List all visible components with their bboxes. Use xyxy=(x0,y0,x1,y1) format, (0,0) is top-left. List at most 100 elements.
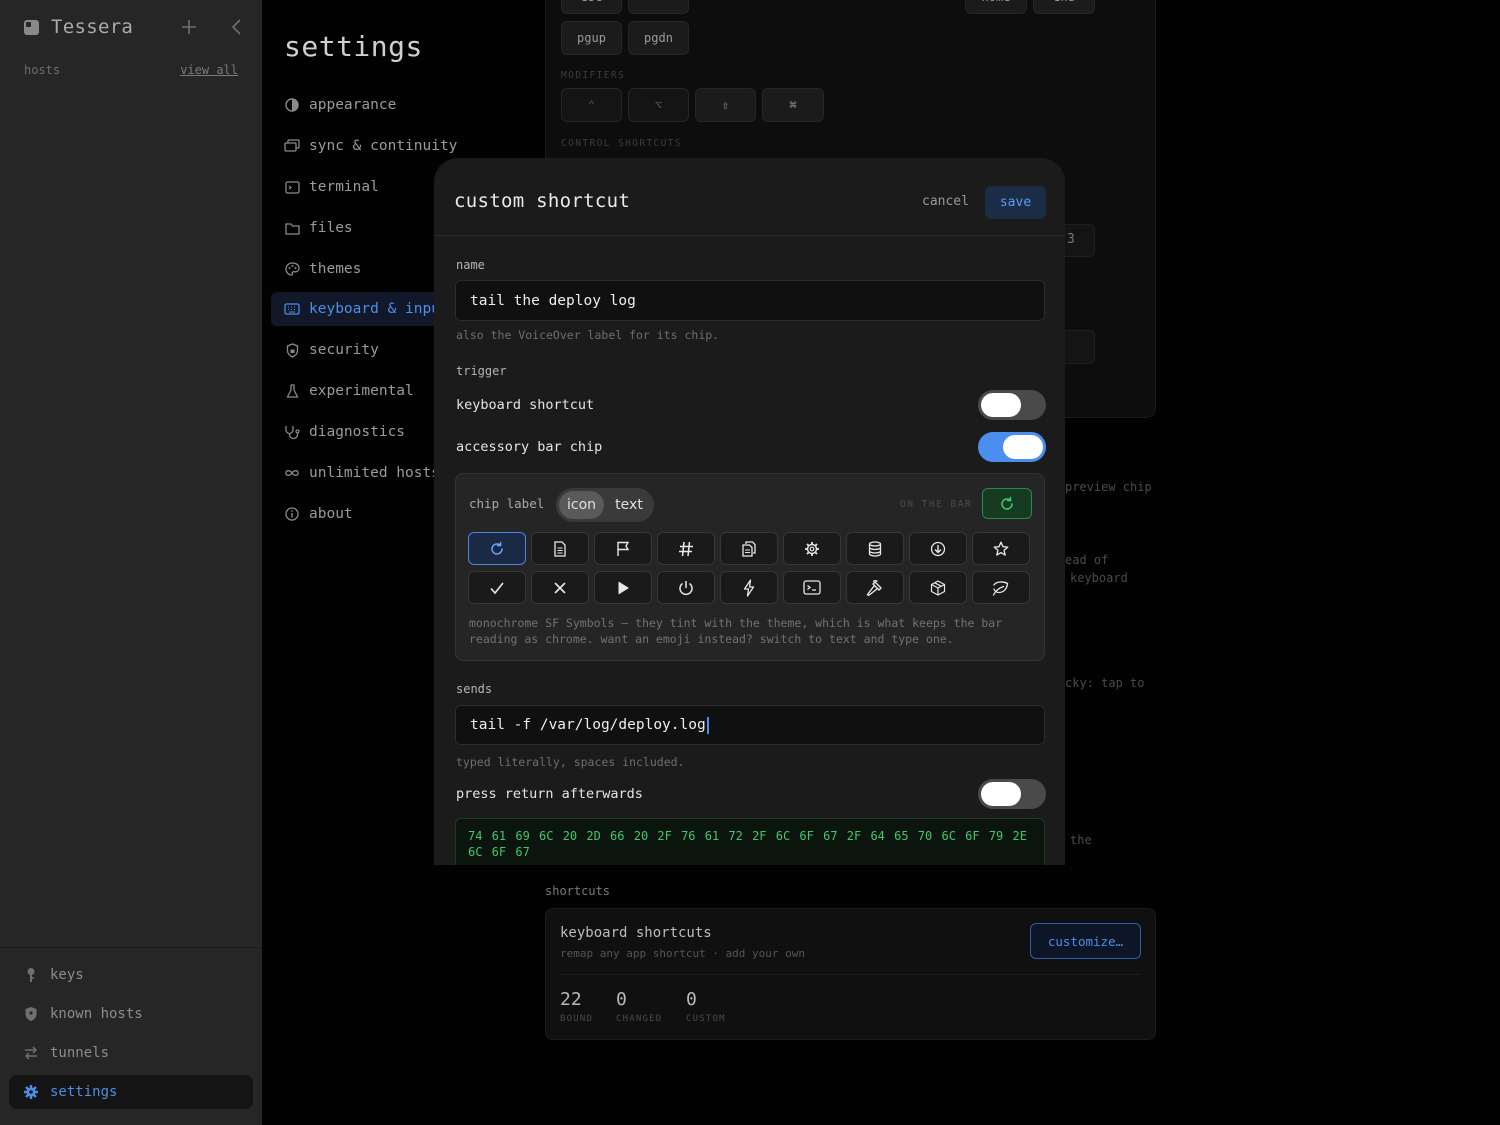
nav-item-label: terminal xyxy=(309,179,379,195)
cancel-button[interactable]: cancel xyxy=(922,194,969,209)
sidebar-item-tunnels[interactable]: tunnels xyxy=(9,1036,253,1070)
key-chip[interactable]: esc xyxy=(561,0,622,14)
keyboard-shortcut-label: keyboard shortcut xyxy=(456,397,595,413)
folder-icon xyxy=(284,220,300,236)
sends-field[interactable]: tail -f /var/log/deploy.log xyxy=(455,705,1045,745)
stat-number: 0 xyxy=(686,989,697,1010)
segment-text[interactable]: text xyxy=(608,491,650,519)
key-chip[interactable]: home xyxy=(965,0,1027,14)
key-chip[interactable]: ⇥ xyxy=(628,0,689,14)
key-chip-pgdn[interactable]: pgdn xyxy=(628,21,689,55)
app-header: Tessera xyxy=(24,14,246,40)
icon-option-document[interactable] xyxy=(531,532,589,565)
box-icon xyxy=(930,579,946,596)
segment-icon[interactable]: icon xyxy=(559,491,604,519)
icon-option-power[interactable] xyxy=(657,571,715,604)
stat-label: BOUND xyxy=(560,1014,594,1024)
sends-hint: typed literally, spaces included. xyxy=(456,755,685,769)
shortcuts-section-label: shortcuts xyxy=(545,884,611,898)
accessory-chip-toggle[interactable] xyxy=(978,432,1046,462)
icon-option-leaf[interactable] xyxy=(972,571,1030,604)
contrast-icon xyxy=(284,97,300,113)
nav-item-label: diagnostics xyxy=(309,424,406,440)
toggle-knob xyxy=(981,782,1021,806)
toggle-knob xyxy=(1003,435,1043,459)
stat-custom: 0 CUSTOM xyxy=(686,989,726,1024)
stethoscope-icon xyxy=(284,424,300,440)
icon-option-terminal[interactable] xyxy=(783,571,841,604)
control-shortcuts-label: CONTROL SHORTCUTS xyxy=(561,138,683,149)
nav-item-label: files xyxy=(309,220,353,236)
card-title: keyboard shortcuts xyxy=(560,925,712,941)
sidebar-item-keys[interactable]: keys xyxy=(9,958,253,992)
nav-item-label: keyboard & input xyxy=(309,301,449,317)
nav-item-label: sync & continuity xyxy=(309,138,458,154)
info-icon xyxy=(284,506,300,522)
icon-option-star[interactable] xyxy=(972,532,1030,565)
terminal-icon xyxy=(284,179,300,195)
gear-icon xyxy=(23,1084,39,1100)
press-return-label: press return afterwards xyxy=(456,786,643,802)
icon-option-box[interactable] xyxy=(909,571,967,604)
icon-option-hammer[interactable] xyxy=(846,571,904,604)
icon-option-checkmark[interactable] xyxy=(468,571,526,604)
modifier-shift[interactable]: ⇧ xyxy=(695,88,756,122)
accessory-chip-label: accessory bar chip xyxy=(456,439,603,455)
icon-option-bolt[interactable] xyxy=(720,571,778,604)
icon-option-play[interactable] xyxy=(594,571,652,604)
background-text: the xyxy=(1070,833,1092,847)
sheet-title: custom shortcut xyxy=(454,190,631,212)
keyboard-shortcut-toggle[interactable] xyxy=(978,390,1046,420)
sends-field-value: tail -f /var/log/deploy.log xyxy=(470,717,706,733)
icon-option-hash[interactable] xyxy=(657,532,715,565)
infinity-icon xyxy=(284,465,300,481)
document-icon xyxy=(554,540,566,557)
card-subtitle: remap any app shortcut · add your own xyxy=(560,947,806,960)
sidebar: Tessera hosts view all keys known hosts xyxy=(0,0,262,1125)
stat-changed: 0 CHANGED xyxy=(616,989,662,1024)
icon-option-close[interactable] xyxy=(531,571,589,604)
background-text: ead of xyxy=(1065,553,1109,567)
arrows-icon xyxy=(23,1045,39,1061)
icon-option-download[interactable] xyxy=(909,532,967,565)
toggle-knob xyxy=(981,393,1021,417)
sidebar-item-known-hosts[interactable]: known hosts xyxy=(9,997,253,1031)
sidebar-item-label: settings xyxy=(50,1084,118,1100)
nav-item-appearance[interactable]: appearance xyxy=(271,88,501,122)
hosts-header: hosts view all xyxy=(24,63,238,77)
page-title: settings xyxy=(284,30,423,63)
collapse-sidebar-button[interactable] xyxy=(225,14,249,40)
icon-option-gear[interactable] xyxy=(783,532,841,565)
key-chip[interactable]: end xyxy=(1033,0,1095,14)
key-chip-pgup[interactable]: pgup xyxy=(561,21,622,55)
name-hint: also the VoiceOver label for its chip. xyxy=(456,328,720,342)
sidebar-item-label: keys xyxy=(50,967,84,983)
flag-icon xyxy=(617,541,630,556)
modifier-command[interactable]: ⌘ xyxy=(762,88,824,122)
sidebar-bottom-nav: keys known hosts tunnels settings xyxy=(0,947,262,1114)
terminal-icon xyxy=(803,580,821,595)
chip-label-editor: chip label icon text ON THE BAR monochro… xyxy=(455,473,1045,661)
sidebar-item-settings[interactable]: settings xyxy=(9,1075,253,1109)
customize-button[interactable]: customize… xyxy=(1030,923,1141,959)
modifier-option[interactable]: ⌥ xyxy=(628,88,689,122)
app-logo-icon xyxy=(24,19,39,35)
modifier-control[interactable]: ⌃ xyxy=(561,88,622,122)
divider xyxy=(560,974,1141,975)
icon-option-copy[interactable] xyxy=(720,532,778,565)
leaf-icon xyxy=(992,580,1009,596)
bolt-icon xyxy=(743,578,755,597)
background-text: keyboard xyxy=(1070,571,1128,585)
accessory-chip-row: accessory bar chip xyxy=(456,432,1046,462)
icon-option-database[interactable] xyxy=(846,532,904,565)
sends-label: sends xyxy=(456,682,493,696)
name-field[interactable]: tail the deploy log xyxy=(455,280,1045,321)
add-host-button[interactable] xyxy=(177,14,201,40)
on-the-bar-label: ON THE BAR xyxy=(900,499,973,510)
icon-option-refresh[interactable] xyxy=(468,532,526,565)
icon-option-flag[interactable] xyxy=(594,532,652,565)
save-button[interactable]: save xyxy=(985,186,1046,219)
star-icon xyxy=(993,541,1009,556)
press-return-toggle[interactable] xyxy=(978,779,1046,809)
view-all-link[interactable]: view all xyxy=(180,63,238,77)
